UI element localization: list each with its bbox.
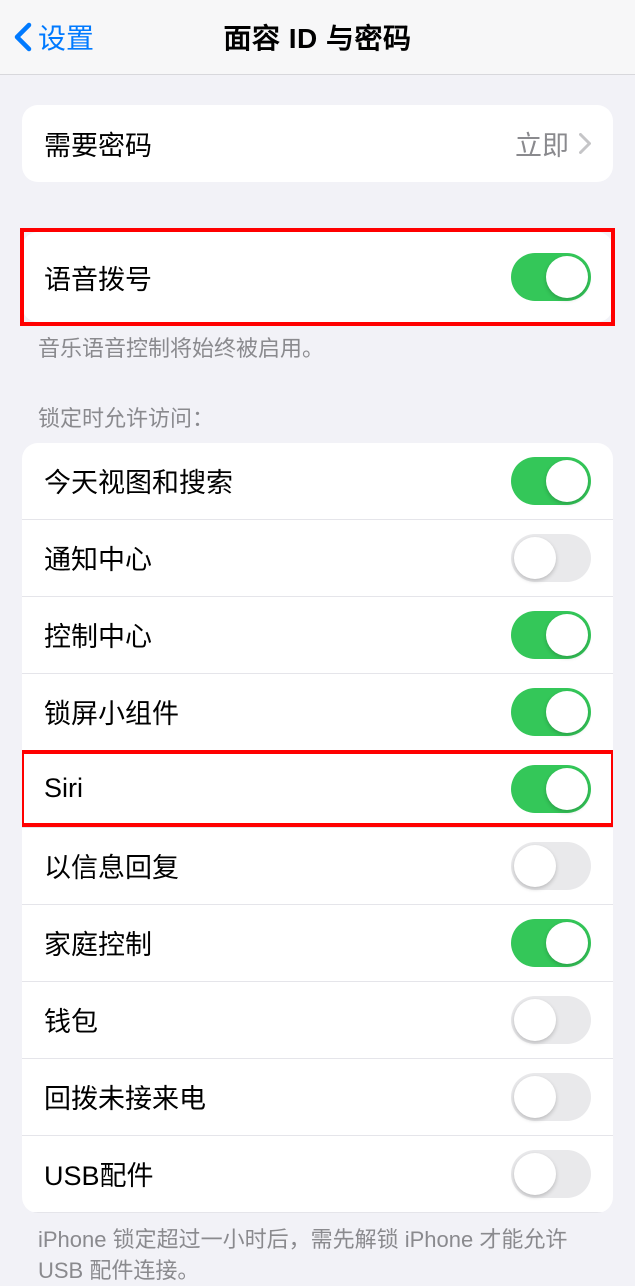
voice-dial-label: 语音拨号 xyxy=(44,258,152,297)
chevron-left-icon xyxy=(14,22,32,52)
lockscreen-row-label: Siri xyxy=(44,773,83,804)
toggle-knob xyxy=(514,1153,556,1195)
toggle-knob xyxy=(546,922,588,964)
lockscreen-row-label: 今天视图和搜索 xyxy=(44,461,233,500)
lockscreen-access-group: 今天视图和搜索通知中心控制中心锁屏小组件 Siri 以信息回复家庭控制钱包回拨未接来… xyxy=(22,443,613,1213)
lockscreen-row[interactable]: 家庭控制 xyxy=(22,905,613,982)
toggle-knob xyxy=(514,537,556,579)
toggle-knob xyxy=(514,1076,556,1118)
back-button[interactable]: 设置 xyxy=(0,17,94,57)
lockscreen-toggle[interactable] xyxy=(511,457,591,505)
lockscreen-footer: iPhone 锁定超过一小时后，需先解锁 iPhone 才能允许 USB 配件连… xyxy=(0,1213,635,1286)
lockscreen-row-label: 锁屏小组件 xyxy=(44,692,179,731)
voice-dial-group: 语音拨号 xyxy=(22,232,613,322)
cell-accessory: 立即 xyxy=(515,124,591,163)
navigation-bar: 设置 面容 ID 与密码 xyxy=(0,0,635,75)
lockscreen-toggle[interactable] xyxy=(511,688,591,736)
voice-dial-footer: 音乐语音控制将始终被启用。 xyxy=(0,322,635,365)
lockscreen-toggle[interactable] xyxy=(511,919,591,967)
require-passcode-label: 需要密码 xyxy=(44,124,152,163)
lockscreen-toggle[interactable] xyxy=(511,611,591,659)
lockscreen-row-label: 控制中心 xyxy=(44,615,152,654)
lockscreen-row-label: 以信息回复 xyxy=(44,846,179,885)
require-passcode-value: 立即 xyxy=(515,124,569,163)
lockscreen-row[interactable]: 回拨未接来电 xyxy=(22,1059,613,1136)
require-passcode-row[interactable]: 需要密码 立即 xyxy=(22,105,613,182)
settings-content: 需要密码 立即 语音拨号 音乐语音控制将始终被启用。 锁定时允许访问： 今天视图… xyxy=(0,105,635,1286)
lockscreen-section-header: 锁定时允许访问： xyxy=(0,365,635,443)
lockscreen-toggle[interactable] xyxy=(511,534,591,582)
voice-dial-row[interactable]: 语音拨号 xyxy=(22,232,613,322)
lockscreen-row-label: 钱包 xyxy=(44,1000,98,1039)
toggle-knob xyxy=(546,768,588,810)
toggle-knob xyxy=(546,691,588,733)
lockscreen-row[interactable]: 通知中心 xyxy=(22,520,613,597)
voice-dial-toggle[interactable] xyxy=(511,253,591,301)
lockscreen-row[interactable]: Siri xyxy=(22,751,613,828)
lockscreen-toggle[interactable] xyxy=(511,1073,591,1121)
lockscreen-row[interactable]: 锁屏小组件 xyxy=(22,674,613,751)
toggle-knob xyxy=(546,460,588,502)
lockscreen-row[interactable]: 以信息回复 xyxy=(22,828,613,905)
lockscreen-row[interactable]: 钱包 xyxy=(22,982,613,1059)
toggle-knob xyxy=(546,614,588,656)
lockscreen-toggle[interactable] xyxy=(511,996,591,1044)
toggle-knob xyxy=(514,845,556,887)
lockscreen-toggle[interactable] xyxy=(511,765,591,813)
chevron-right-icon xyxy=(579,133,591,154)
lockscreen-row[interactable]: 今天视图和搜索 xyxy=(22,443,613,520)
lockscreen-row[interactable]: 控制中心 xyxy=(22,597,613,674)
lockscreen-row-label: 家庭控制 xyxy=(44,923,152,962)
page-title: 面容 ID 与密码 xyxy=(223,17,411,57)
lockscreen-row-label: USB配件 xyxy=(44,1154,154,1193)
require-passcode-group: 需要密码 立即 xyxy=(22,105,613,182)
lockscreen-row[interactable]: USB配件 xyxy=(22,1136,613,1213)
lockscreen-toggle[interactable] xyxy=(511,842,591,890)
lockscreen-row-label: 回拨未接来电 xyxy=(44,1077,206,1116)
back-label: 设置 xyxy=(38,17,94,57)
lockscreen-row-label: 通知中心 xyxy=(44,538,152,577)
toggle-knob xyxy=(514,999,556,1041)
toggle-knob xyxy=(546,256,588,298)
lockscreen-toggle[interactable] xyxy=(511,1150,591,1198)
